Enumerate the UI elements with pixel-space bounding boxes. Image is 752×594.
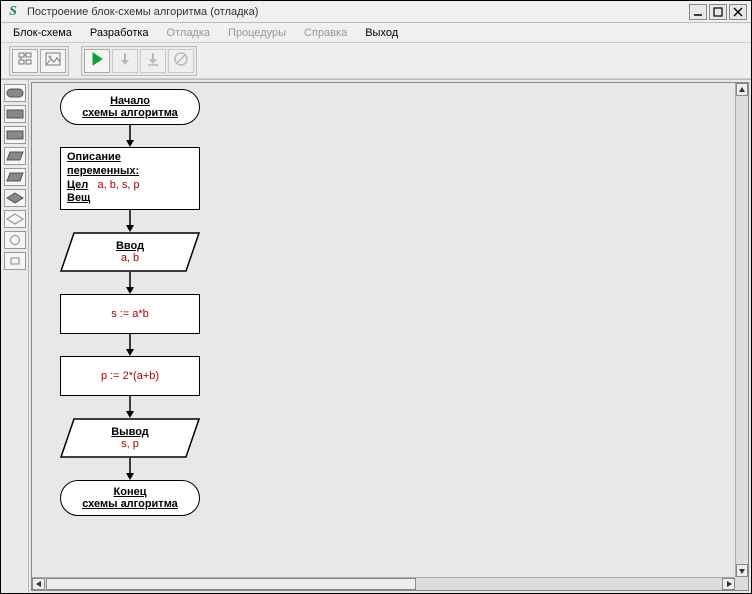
input-vars: a, b (121, 252, 139, 264)
arrow-1 (125, 125, 135, 147)
end-line1: Конец (114, 486, 147, 498)
titlebar: S Построение блок-схемы алгоритма (отлад… (1, 1, 751, 23)
process-1-expr: s := a*b (111, 308, 149, 320)
app-window: S Построение блок-схемы алгоритма (отлад… (0, 0, 752, 594)
step-over-button (112, 49, 138, 73)
arrow-3 (125, 272, 135, 294)
process-1[interactable]: s := a*b (60, 294, 200, 334)
menu-develop[interactable]: Разработка (90, 27, 149, 39)
end-terminator[interactable]: Конец схемы алгоритма (60, 480, 200, 516)
output-label: Вывод (111, 426, 149, 438)
content-area: Начало схемы алгоритма Описание переменн… (1, 79, 751, 593)
window-title: Построение блок-схемы алгоритма (отладка… (27, 6, 689, 18)
flowchart: Начало схемы алгоритма Описание переменн… (60, 89, 200, 516)
decl-header: Описание переменных: (67, 151, 193, 179)
menu-exit[interactable]: Выход (365, 27, 398, 39)
scroll-up-icon[interactable] (736, 83, 748, 96)
structure-button[interactable] (12, 49, 38, 73)
step-over-icon (117, 51, 133, 70)
input-block[interactable]: Ввод a, b (60, 232, 200, 272)
toolbar-group-debug (81, 46, 197, 76)
horizontal-scrollbar[interactable] (32, 577, 735, 590)
decl-int-label: Цел (67, 179, 88, 191)
play-icon (89, 51, 105, 70)
declaration-block[interactable]: Описание переменных: Цел a, b, s, p Вещ (60, 147, 200, 210)
process-2-expr: p := 2*(a+b) (101, 370, 159, 382)
decl-int-vars: a, b, s, p (97, 179, 139, 191)
menu-help: Справка (304, 27, 347, 39)
scroll-corner (735, 577, 748, 590)
toolbar (1, 43, 751, 79)
shape-palette (1, 80, 29, 593)
structure-icon (17, 51, 33, 70)
output-block[interactable]: Вывод s, p (60, 418, 200, 458)
toolbar-group-file (9, 46, 69, 76)
palette-io-2[interactable] (4, 168, 26, 186)
minimize-button[interactable] (689, 4, 707, 20)
end-line2: схемы алгоритма (82, 498, 178, 510)
arrow-6 (125, 458, 135, 480)
palette-terminator[interactable] (4, 84, 26, 102)
window-controls (689, 4, 747, 20)
input-label: Ввод (116, 240, 144, 252)
scroll-right-icon[interactable] (722, 578, 735, 590)
step-into-icon (145, 51, 161, 70)
palette-process[interactable] (4, 105, 26, 123)
arrow-4 (125, 334, 135, 356)
image-icon (45, 51, 61, 70)
scroll-left-icon[interactable] (32, 578, 45, 590)
menu-debug: Отладка (167, 27, 210, 39)
process-2[interactable]: p := 2*(a+b) (60, 356, 200, 396)
palette-circle[interactable] (4, 231, 26, 249)
menu-procedures: Процедуры (228, 27, 286, 39)
palette-process-2[interactable] (4, 126, 26, 144)
maximize-button[interactable] (709, 4, 727, 20)
menu-block-scheme[interactable]: Блок-схема (13, 27, 72, 39)
canvas-container: Начало схемы алгоритма Описание переменн… (31, 82, 749, 591)
palette-connector[interactable] (4, 210, 26, 228)
step-into-button (140, 49, 166, 73)
palette-mini[interactable] (4, 252, 26, 270)
scroll-thumb[interactable] (46, 578, 416, 590)
palette-io[interactable] (4, 147, 26, 165)
play-button[interactable] (84, 49, 110, 73)
arrow-5 (125, 396, 135, 418)
start-line1: Начало (110, 95, 150, 107)
vertical-scrollbar[interactable] (735, 83, 748, 577)
stop-button (168, 49, 194, 73)
menubar: Блок-схема Разработка Отладка Процедуры … (1, 23, 751, 43)
decl-real-label: Вещ (67, 192, 193, 206)
image-button[interactable] (40, 49, 66, 73)
app-icon: S (5, 4, 21, 20)
output-vars: s, p (121, 438, 139, 450)
diagram-canvas[interactable]: Начало схемы алгоритма Описание переменн… (32, 83, 735, 577)
palette-decision[interactable] (4, 189, 26, 207)
stop-icon (173, 51, 189, 70)
start-line2: схемы алгоритма (82, 107, 178, 119)
scroll-down-icon[interactable] (736, 564, 748, 577)
arrow-2 (125, 210, 135, 232)
close-button[interactable] (729, 4, 747, 20)
start-terminator[interactable]: Начало схемы алгоритма (60, 89, 200, 125)
